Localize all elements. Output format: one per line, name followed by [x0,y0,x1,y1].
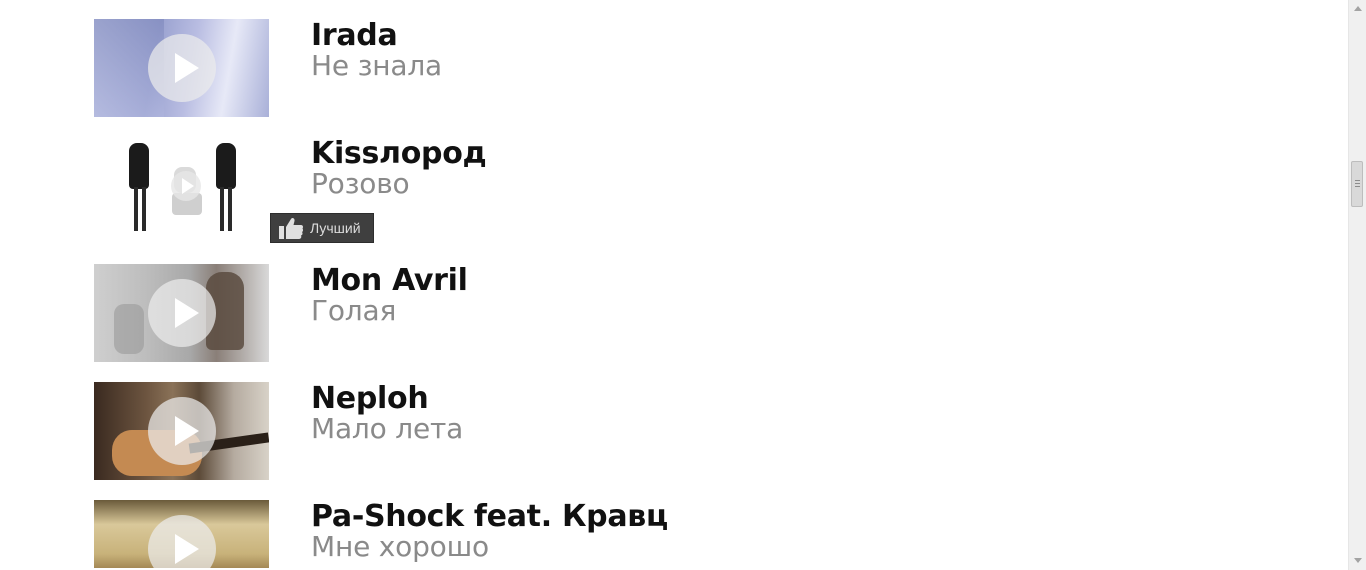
list-item[interactable]: Neploh Мало лета [94,382,1194,480]
song-title[interactable]: Не знала [311,49,442,83]
list-item[interactable]: Pa-Shock feat. Кравц Мне хорошо [94,500,1194,568]
song-title[interactable]: Голая [311,294,396,328]
like-label: Лучший [310,220,361,236]
video-thumbnail[interactable] [94,500,269,568]
play-icon[interactable] [148,279,216,347]
clip-list: Irada Не знала Kissлород Розово Лучший M… [0,0,1349,568]
video-thumbnail[interactable] [94,264,269,362]
play-icon[interactable] [148,515,216,568]
song-title[interactable]: Мало лета [311,412,463,446]
artist-name[interactable]: Neploh [311,382,429,416]
scrollbar-thumb[interactable] [1351,161,1363,207]
video-thumbnail[interactable] [94,137,269,235]
list-item[interactable]: Kissлород Розово [94,137,1194,235]
vertical-scrollbar[interactable] [1348,0,1366,570]
artist-name[interactable]: Irada [311,19,398,53]
video-thumbnail[interactable] [94,382,269,480]
play-icon[interactable] [148,397,216,465]
song-title[interactable]: Розово [311,167,410,201]
play-icon[interactable] [148,34,216,102]
artist-name[interactable]: Mon Avril [311,264,468,298]
artist-name[interactable]: Pa-Shock feat. Кравц [311,500,668,534]
song-title[interactable]: Мне хорошо [311,530,489,564]
scroll-down-arrow-icon[interactable] [1354,558,1362,563]
list-item[interactable]: Mon Avril Голая [94,264,1194,362]
thumbs-up-icon [278,216,304,240]
list-item[interactable]: Irada Не знала [94,19,1194,117]
video-thumbnail[interactable] [94,19,269,117]
scroll-up-arrow-icon[interactable] [1354,6,1362,11]
play-icon[interactable] [171,171,201,201]
like-button[interactable]: Лучший [270,213,374,243]
artist-name[interactable]: Kissлород [311,137,487,171]
